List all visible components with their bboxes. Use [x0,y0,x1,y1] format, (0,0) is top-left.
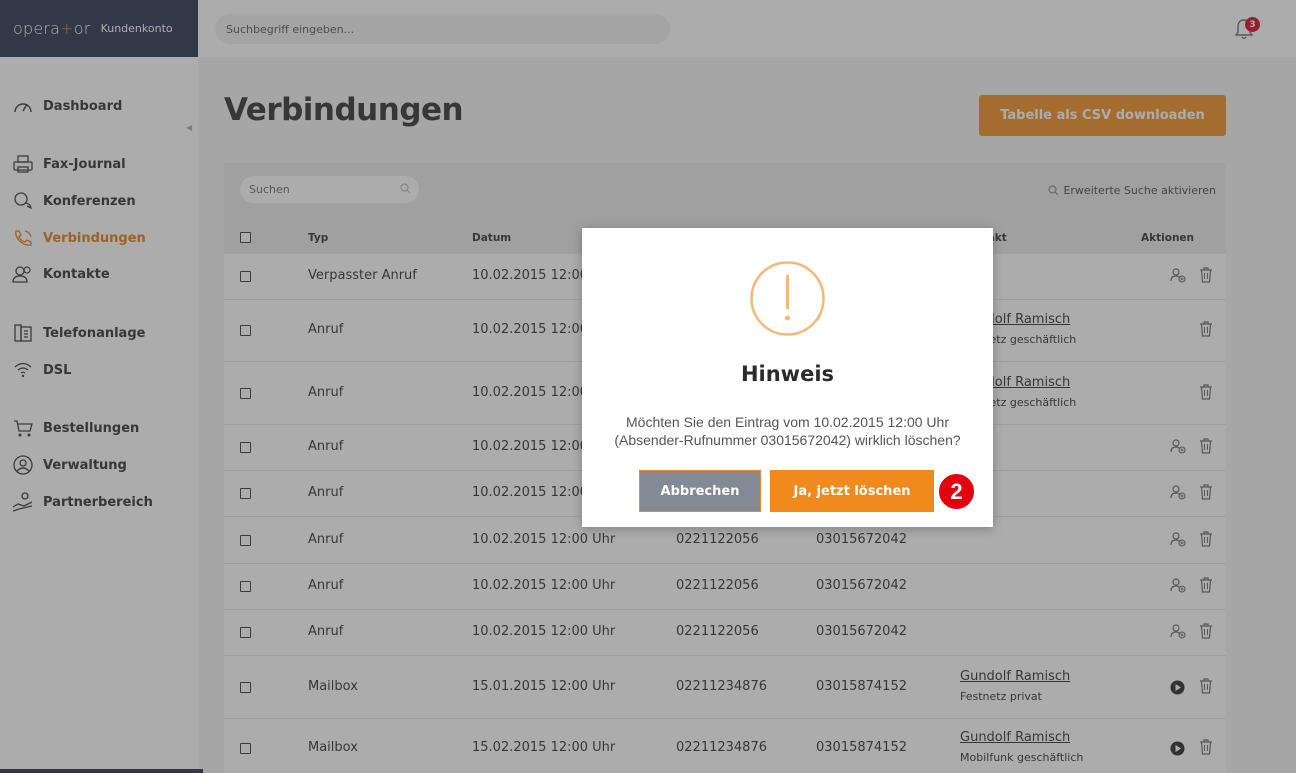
cancel-button[interactable]: Abbrechen [639,470,761,512]
dialog-message: Möchten Sie den Eintrag vom 10.02.2015 1… [614,414,961,448]
exclamation-circle-icon [750,261,825,336]
step-number-badge: 2 [937,472,976,511]
confirm-delete-button[interactable]: Ja, jetzt löschen [770,470,934,512]
confirm-delete-dialog: Hinweis Möchten Sie den Eintrag vom 10.0… [582,228,993,527]
dialog-title: Hinweis [740,362,835,386]
